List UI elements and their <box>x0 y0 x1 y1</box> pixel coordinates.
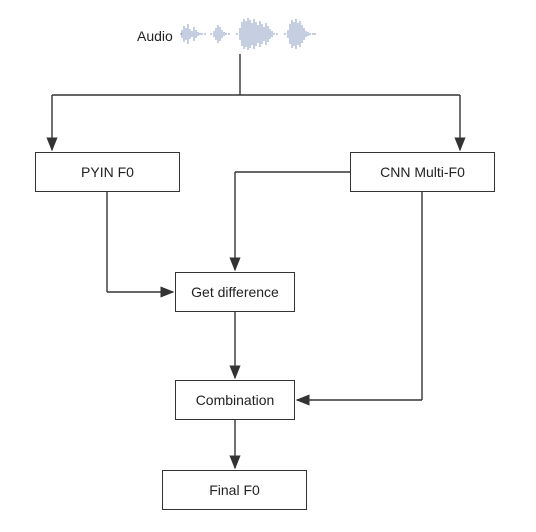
final-f0-box: Final F0 <box>162 470 307 510</box>
flow-arrows <box>0 0 536 532</box>
audio-label: Audio <box>137 28 173 44</box>
get-difference-box: Get difference <box>175 272 295 312</box>
pyin-f0-box: PYIN F0 <box>35 152 180 192</box>
combination-box: Combination <box>175 380 295 420</box>
cnn-multi-f0-box: CNN Multi-F0 <box>350 152 495 192</box>
waveform-icon <box>180 16 320 52</box>
